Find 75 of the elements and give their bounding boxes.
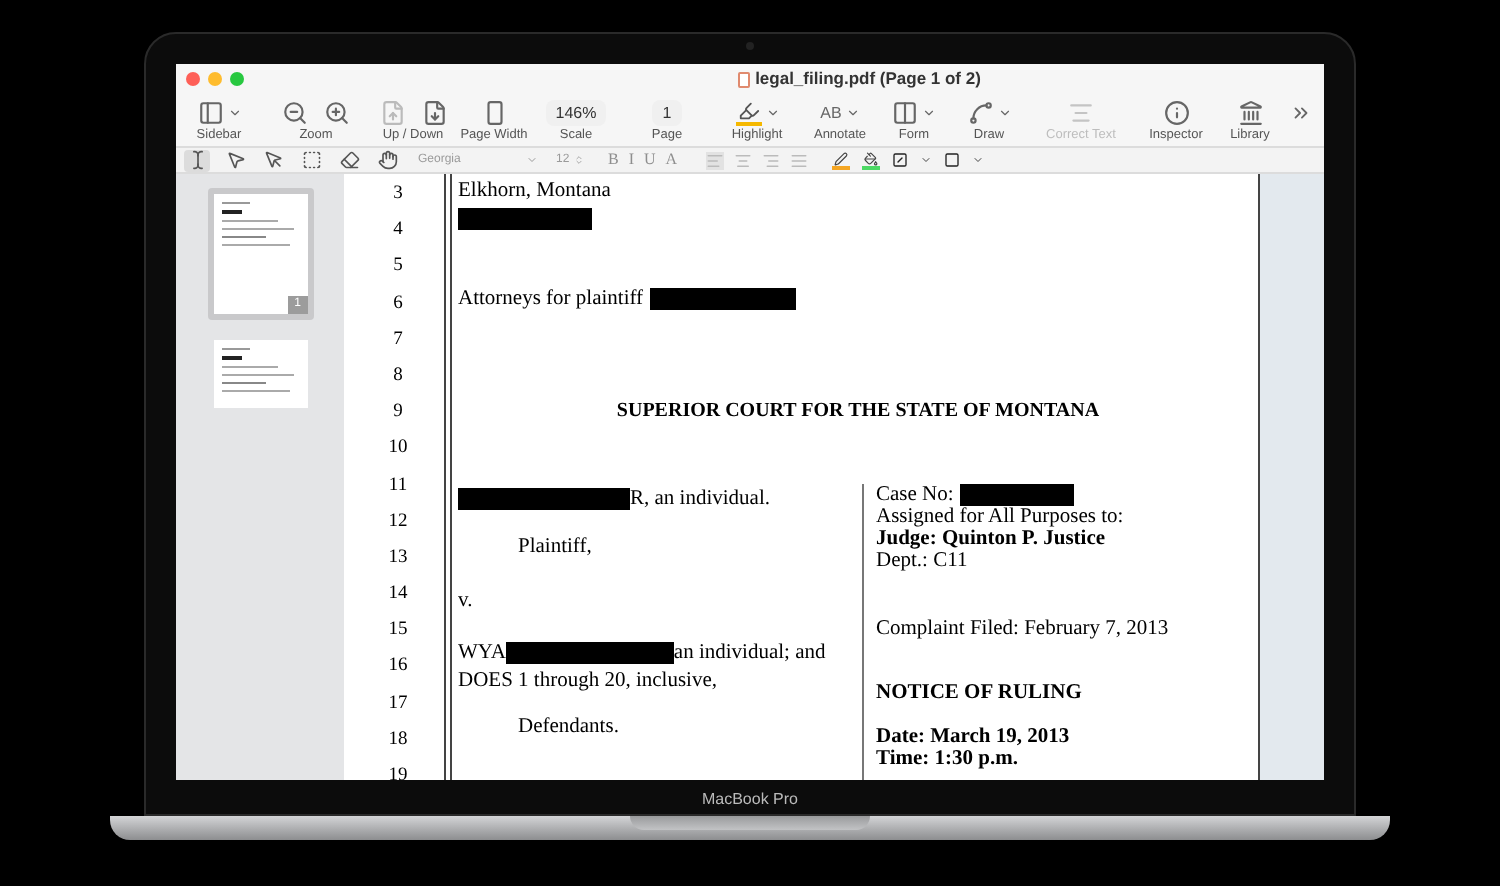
- line-number: 16: [386, 654, 410, 681]
- caret-icon: [922, 105, 936, 119]
- caret-icon: [765, 105, 779, 119]
- text-cursor-icon: [187, 150, 207, 170]
- value-field[interactable]: 1: [652, 99, 682, 125]
- hearing-time: Time: 1:30 p.m.: [876, 747, 1020, 769]
- line-number: 7: [391, 327, 405, 354]
- redaction-bar: [959, 483, 1074, 505]
- stepper-icon: [573, 154, 584, 166]
- line-number: 18: [386, 727, 410, 754]
- library-icon: [1237, 99, 1263, 125]
- caret-icon: [845, 105, 860, 119]
- court-title: SUPERIOR COURT FOR THE STATE OF MONTANA: [614, 397, 1102, 425]
- line-number: 15: [386, 618, 410, 645]
- pointer-icon: [225, 150, 245, 170]
- address-text: Elkhorn, Montana: [458, 180, 613, 204]
- more-icon[interactable]: [1290, 102, 1312, 124]
- judge-text: Judge: Quinton P. Justice: [876, 527, 1108, 549]
- eraser-icon: [339, 150, 359, 170]
- zoom-in-icon[interactable]: [324, 99, 350, 125]
- close-button[interactable]: [186, 72, 200, 86]
- plaintiff-text: R, an individual.: [630, 485, 770, 513]
- shape-icon[interactable]: [943, 152, 960, 168]
- defendant-text: DOES 1 through 20, inclusive,: [458, 669, 719, 691]
- versus-text: v.: [458, 588, 475, 616]
- pen-icon[interactable]: [831, 151, 850, 169]
- selection-icon: [301, 150, 321, 170]
- redaction-bar: [458, 208, 592, 231]
- line-number: 10: [386, 436, 410, 463]
- line-number: 6: [391, 291, 405, 318]
- page-down-icon[interactable]: [421, 99, 447, 125]
- line-number: 14: [386, 582, 410, 609]
- attorneys-text: Attorneys for plaintiff: [458, 285, 644, 314]
- dept-text: Dept.: C11: [876, 549, 970, 571]
- line-number: 3: [391, 182, 405, 208]
- assigned-text: Assigned for All Purposes to:: [876, 505, 1126, 527]
- window-title: legal_filing.pdf (Page 1 of 2): [755, 66, 981, 92]
- notice-title: NOTICE OF RULING: [876, 681, 1084, 703]
- case-number-label: Case No:: [876, 483, 954, 505]
- line-number: 11: [386, 473, 410, 499]
- defendant-text: an individual; and: [673, 639, 826, 668]
- line-number: 13: [386, 545, 410, 572]
- line-number: 4: [391, 218, 405, 245]
- border-icon[interactable]: [891, 152, 908, 168]
- hand-icon: [377, 150, 397, 170]
- correct-text-icon: [1068, 99, 1094, 125]
- line-number: 19: [386, 764, 410, 780]
- hearing-date: Date: March 19, 2013: [876, 725, 1072, 747]
- caret-icon: [997, 105, 1011, 119]
- caret-icon: [971, 154, 984, 166]
- plaintiff-role: Plaintiff,: [518, 534, 594, 563]
- line-number: 9: [391, 400, 405, 427]
- line-number: 5: [391, 254, 405, 281]
- line-number: 8: [391, 363, 405, 390]
- complaint-filed-text: Complaint Filed: February 7, 2013: [876, 617, 1169, 639]
- defendant-role: Defendants.: [518, 713, 621, 741]
- defendant-text: WYA: [458, 639, 506, 668]
- zoom-out-icon[interactable]: [282, 99, 308, 125]
- device-label: MacBook Pro: [701, 788, 799, 812]
- page-width-icon: [481, 99, 507, 125]
- caret-icon: [919, 154, 932, 166]
- pointer-icon: [263, 150, 283, 170]
- highlighter-icon: [735, 99, 761, 125]
- form-icon: [892, 99, 918, 125]
- line-number: 17: [386, 691, 410, 718]
- paint-bucket-icon[interactable]: [861, 151, 880, 169]
- caret-icon: [227, 105, 241, 119]
- caret-icon: [526, 154, 538, 166]
- pdf-file-icon: [737, 71, 750, 87]
- annotate-glyph: AB: [820, 101, 842, 125]
- line-number: 12: [386, 509, 410, 536]
- value-field[interactable]: 146%: [545, 99, 607, 125]
- info-icon: [1163, 99, 1189, 125]
- draw-icon: [967, 99, 993, 125]
- sidebar-icon: [197, 99, 223, 125]
